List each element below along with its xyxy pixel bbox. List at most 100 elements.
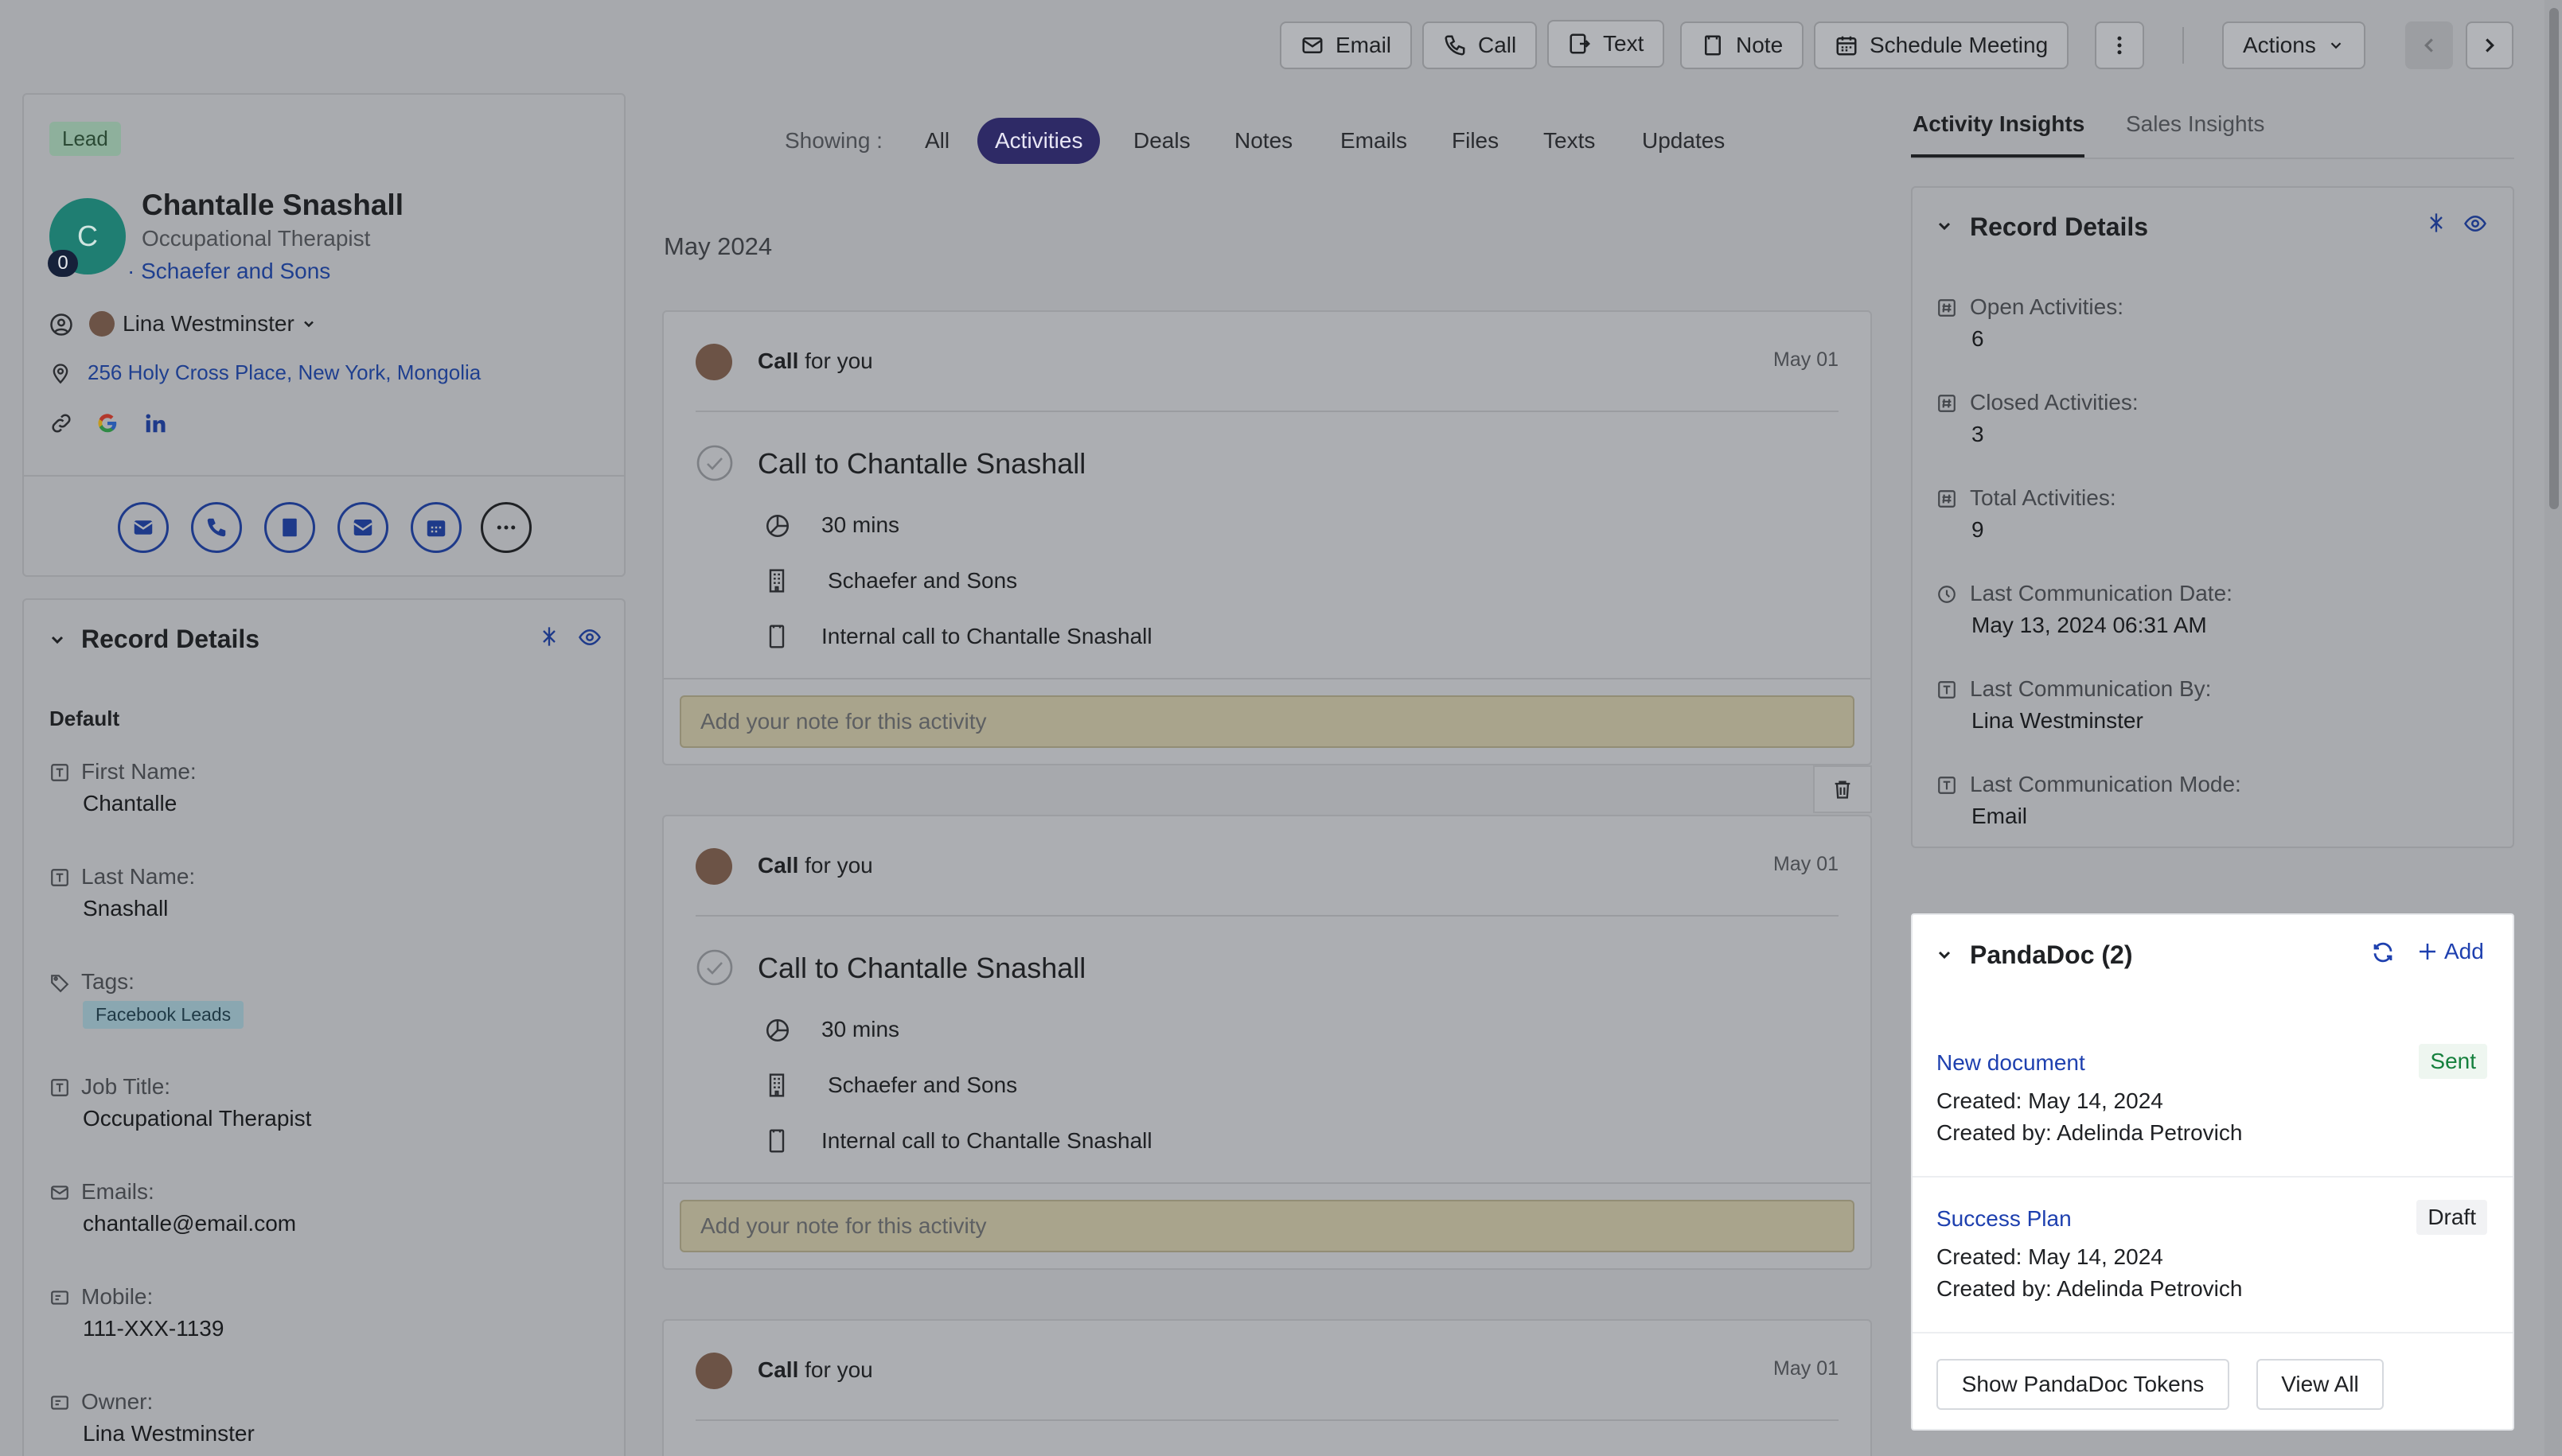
view-all-button[interactable]: View All: [2256, 1359, 2384, 1410]
total-activities-label: Total Activities:: [1970, 485, 2116, 510]
tag-chip[interactable]: Facebook Leads: [83, 1001, 244, 1029]
ai-sparkle-icon[interactable]: [2425, 212, 2447, 234]
number-field-icon: [1938, 490, 1956, 508]
check-circle-icon[interactable]: [696, 444, 734, 482]
next-record-button[interactable]: [2466, 21, 2513, 69]
activity-note-input[interactable]: Add your note for this activity: [680, 695, 1854, 748]
insights-heading: Record Details: [1970, 212, 2149, 241]
tab-activity-insights[interactable]: Activity Insights: [1913, 111, 2084, 137]
chevron-down-icon[interactable]: [48, 630, 67, 649]
toolbar-divider: [2182, 27, 2184, 64]
email-button[interactable]: Email: [1280, 21, 1413, 69]
activity-title[interactable]: Call to Chantalle Snashall: [758, 952, 1086, 985]
last-communication-by-label: Last Communication By:: [1970, 676, 2212, 701]
last-communication-mode-label: Last Communication Mode:: [1970, 772, 2241, 796]
text-button[interactable]: Text: [1547, 20, 1665, 68]
quick-email-button[interactable]: [118, 502, 169, 553]
calendar-icon: [427, 520, 446, 537]
show-pandadoc-tokens-button[interactable]: Show PandaDoc Tokens: [1936, 1359, 2229, 1410]
activity-description: Internal call to Chantalle Snashall: [821, 624, 1152, 648]
linkedin-icon[interactable]: [143, 411, 167, 435]
filter-deals[interactable]: Deals: [1133, 118, 1191, 164]
owner-selector[interactable]: Lina Westminster: [123, 311, 317, 337]
tag-icon: [51, 975, 69, 993]
phone-icon: [1445, 35, 1465, 56]
schedule-meeting-button[interactable]: Schedule Meeting: [1814, 21, 2069, 69]
number-field-icon: [1938, 395, 1956, 412]
note-button[interactable]: Note: [1680, 21, 1804, 69]
pandadoc-divider: [1913, 1332, 2513, 1333]
activity-divider: [696, 1419, 1839, 1421]
activity-divider: [696, 411, 1839, 412]
filter-updates[interactable]: Updates: [1642, 118, 1725, 164]
pandadoc-doc-link[interactable]: Success Plan: [1936, 1206, 2072, 1232]
vertical-dots-icon: [2117, 36, 2122, 55]
text-field-icon: [51, 869, 68, 886]
contact-job-title: Occupational Therapist: [142, 226, 371, 251]
tab-sales-insights[interactable]: Sales Insights: [2126, 111, 2264, 137]
owner-name: Lina Westminster: [123, 311, 294, 336]
activity-duration: 30 mins: [821, 512, 900, 537]
building-icon: [769, 1073, 785, 1097]
actions-dropdown[interactable]: Actions: [2222, 21, 2365, 69]
filter-texts[interactable]: Texts: [1543, 118, 1595, 164]
actions-label: Actions: [2243, 33, 2316, 57]
more-options-button[interactable]: [2095, 21, 2144, 69]
note-icon: [1705, 35, 1721, 56]
contact-company-link[interactable]: · Schaefer and Sons: [127, 259, 330, 284]
clock-icon: [766, 1018, 790, 1042]
pandadoc-card: PandaDoc (2) Add New document Sent Creat…: [1911, 913, 2514, 1431]
activity-description: Internal call to Chantalle Snashall: [821, 1128, 1152, 1153]
activity-date: May 01: [1773, 853, 1839, 875]
ai-sparkle-icon[interactable]: [538, 625, 560, 648]
activity-title[interactable]: Call to Chantalle Snashall: [758, 447, 1086, 481]
quick-message-button[interactable]: [337, 502, 388, 553]
activity-date: May 01: [1773, 1357, 1839, 1380]
quick-note-button[interactable]: [264, 502, 315, 553]
emails-value[interactable]: chantalle@email.com: [83, 1211, 296, 1236]
text-field-icon: [51, 1079, 68, 1096]
eye-icon[interactable]: [578, 625, 602, 649]
pandadoc-created-date: Created: May 14, 2024: [1936, 1244, 2163, 1269]
activity-date: May 01: [1773, 348, 1839, 371]
mobile-value-link[interactable]: 111-XXX-1139: [83, 1316, 224, 1341]
filter-emails[interactable]: Emails: [1340, 118, 1407, 164]
activity-card: Call for you May 01 Call to Chantalle Sn…: [662, 310, 1872, 765]
check-circle-icon[interactable]: [696, 948, 734, 987]
filter-all[interactable]: All: [925, 118, 950, 164]
eye-icon[interactable]: [2463, 212, 2487, 236]
filter-files[interactable]: Files: [1452, 118, 1499, 164]
activity-card: Call for you May 01: [662, 1319, 1872, 1456]
activity-card: Call for you May 01 Call to Chantalle Sn…: [662, 815, 1872, 1270]
chevron-down-icon[interactable]: [1935, 945, 1954, 964]
message-icon: [353, 520, 372, 535]
link-icon[interactable]: [49, 411, 73, 435]
page-scrollbar[interactable]: [2544, 0, 2562, 1456]
delete-activity-button[interactable]: [1813, 765, 1872, 813]
timeline-month: May 2024: [664, 232, 773, 260]
call-button[interactable]: Call: [1422, 21, 1538, 69]
activity-assignee: for you: [798, 1357, 873, 1382]
pandadoc-add-button[interactable]: Add: [2416, 939, 2484, 964]
previous-record-button[interactable]: [2405, 21, 2453, 69]
activity-user-avatar: [696, 344, 732, 380]
quick-call-button[interactable]: [191, 502, 242, 553]
activity-duration: 30 mins: [821, 1017, 900, 1041]
contact-address-link[interactable]: 256 Holy Cross Place, New York, Mongolia: [88, 360, 481, 385]
pandadoc-add-label: Add: [2444, 939, 2484, 964]
activity-note-divider: [664, 678, 1870, 679]
building-icon: [769, 569, 785, 593]
scrollbar-thumb[interactable]: [2549, 8, 2559, 509]
quick-more-button[interactable]: [481, 502, 532, 553]
chevron-down-icon[interactable]: [1935, 216, 1954, 236]
refresh-icon[interactable]: [2371, 940, 2395, 964]
filter-activities[interactable]: Activities: [977, 118, 1101, 164]
google-icon[interactable]: [96, 411, 119, 435]
quick-meeting-button[interactable]: [411, 502, 462, 553]
activity-note-input[interactable]: Add your note for this activity: [680, 1200, 1854, 1252]
text-label: Text: [1603, 31, 1644, 56]
calendar-icon: [1836, 36, 1857, 56]
filter-notes[interactable]: Notes: [1234, 118, 1293, 164]
closed-activities-label: Closed Activities:: [1970, 390, 2139, 415]
pandadoc-doc-link[interactable]: New document: [1936, 1050, 2085, 1076]
